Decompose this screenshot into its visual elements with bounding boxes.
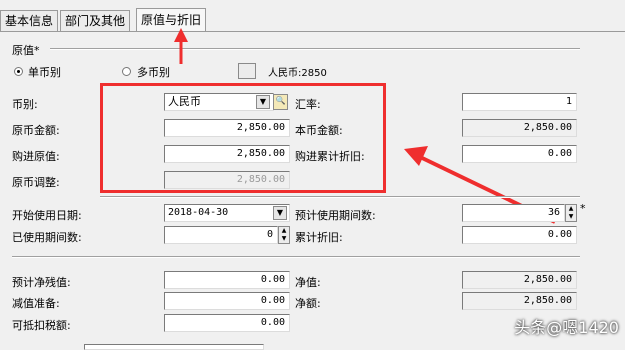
section-divider-2 xyxy=(100,196,580,198)
box-arrow-head xyxy=(404,146,428,166)
impairment-field[interactable]: 0.00 xyxy=(164,292,290,310)
used-periods-field[interactable]: 0 xyxy=(164,226,278,244)
est-periods-label: 预计使用期间数: xyxy=(295,209,376,222)
used-periods-spinner[interactable]: ▲ ▼ xyxy=(278,226,290,244)
start-date-field[interactable]: 2018-04-30 xyxy=(164,204,290,222)
net-value-field: 2,850.00 xyxy=(462,271,577,289)
used-periods-label: 已使用期间数: xyxy=(12,231,82,244)
residual-field[interactable]: 0.00 xyxy=(164,271,290,289)
net-value-label: 净值: xyxy=(295,276,321,289)
net-amount-field: 2,850.00 xyxy=(462,292,577,310)
start-date-chevron-icon[interactable]: ▼ xyxy=(273,206,287,220)
net-amount-label: 净额: xyxy=(295,297,321,310)
est-periods-required-mark: * xyxy=(580,202,586,215)
impairment-label: 减值准备: xyxy=(12,297,60,310)
bottom-partial-field[interactable] xyxy=(84,344,264,350)
acc-depr-label: 累计折旧: xyxy=(295,231,343,244)
section-divider-3 xyxy=(12,256,580,258)
deductible-tax-label: 可抵扣税额: xyxy=(12,319,71,332)
residual-label: 预计净残值: xyxy=(12,276,71,289)
deductible-tax-field[interactable]: 0.00 xyxy=(164,314,290,332)
est-periods-field[interactable]: 36 xyxy=(462,204,565,222)
watermark: 头条@嗯1420 xyxy=(514,318,619,337)
tab-arrow-head xyxy=(174,28,188,42)
est-periods-spinner[interactable]: ▲ ▼ xyxy=(565,204,577,222)
acc-depr-field[interactable]: 0.00 xyxy=(462,226,577,244)
start-date-label: 开始使用日期: xyxy=(12,209,82,222)
